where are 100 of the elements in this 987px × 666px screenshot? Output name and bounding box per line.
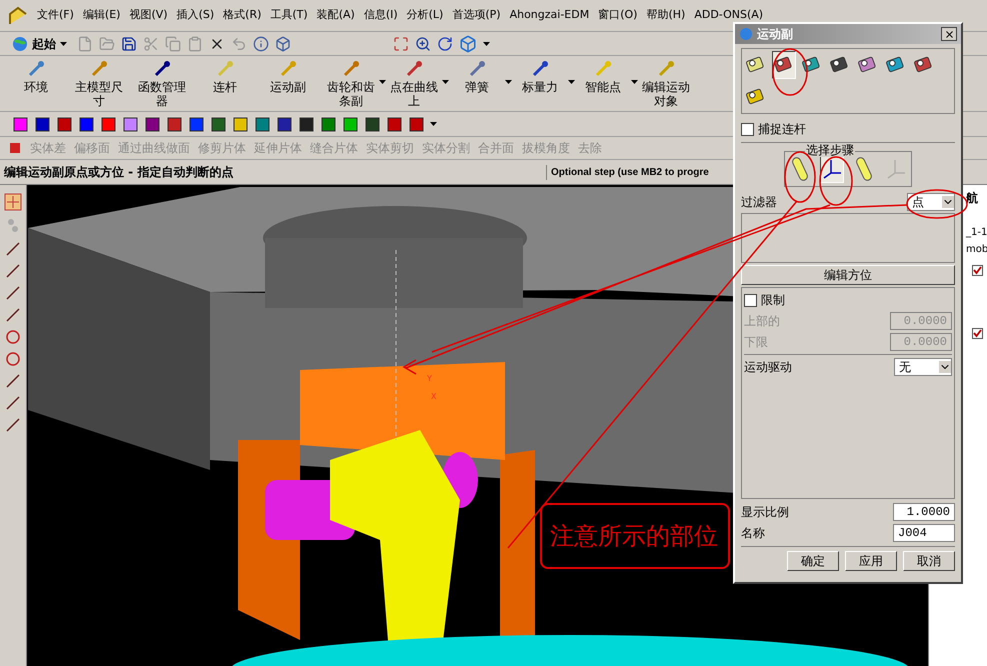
circle-tool-icon[interactable] xyxy=(5,351,21,367)
menu-item[interactable]: Ahongzai-EDM xyxy=(510,7,590,24)
status-line: Optional step (use MB2 to progre xyxy=(546,164,709,180)
toolbar-button[interactable]: 连杆 xyxy=(197,60,253,94)
shape-tool-icon[interactable] xyxy=(78,116,95,132)
shape-tool-icon[interactable] xyxy=(408,116,425,132)
shape-tool-icon[interactable] xyxy=(232,116,249,132)
menu-item[interactable]: 文件(F) xyxy=(37,7,74,24)
shape-tool-icon[interactable] xyxy=(122,116,139,132)
menu-item[interactable]: 信息(I) xyxy=(364,7,398,24)
shape-tool-icon[interactable] xyxy=(188,116,205,132)
tool-icon xyxy=(594,60,612,78)
shape-tool-icon[interactable] xyxy=(210,116,227,132)
caret-icon xyxy=(430,122,437,126)
menu-item[interactable]: 帮助(H) xyxy=(646,7,686,24)
shape-tool-icon[interactable] xyxy=(298,116,315,132)
annotation-circle xyxy=(772,48,808,96)
line-tool-icon[interactable] xyxy=(5,417,21,433)
tree-checkbox[interactable] xyxy=(972,328,983,339)
menu-item[interactable]: ADD-ONS(A) xyxy=(694,7,764,24)
point-tool-icon[interactable] xyxy=(4,193,22,211)
menu-item[interactable]: 格式(R) xyxy=(223,7,262,24)
caret-icon xyxy=(483,42,490,46)
shape-tool-icon[interactable] xyxy=(144,116,161,132)
circle-tool-icon[interactable] xyxy=(5,329,21,345)
tool-icon xyxy=(27,60,45,78)
shape-tool-icon[interactable] xyxy=(276,116,293,132)
line-tool-icon[interactable] xyxy=(5,307,21,323)
edit-orientation-button[interactable]: 编辑方位 xyxy=(741,265,955,285)
annotation-circle xyxy=(819,156,853,206)
scale-label: 显示比例 xyxy=(741,504,789,521)
toolbar-button[interactable]: 环境 xyxy=(8,60,64,94)
menu-item[interactable]: 首选项(P) xyxy=(452,7,501,24)
toolbar-button[interactable]: 编辑运动对象 xyxy=(638,60,694,108)
line-tool-icon[interactable] xyxy=(5,395,21,411)
axes-icon xyxy=(885,157,907,181)
dialog-title: 运动副 xyxy=(739,25,793,43)
menu-item[interactable]: 装配(A) xyxy=(316,7,355,24)
globe-icon xyxy=(12,36,28,52)
driver-dropdown[interactable]: 无 xyxy=(894,358,952,376)
tool-icon xyxy=(531,60,549,78)
info-icon[interactable] xyxy=(253,36,269,52)
menu-item[interactable]: 窗口(O) xyxy=(598,7,638,24)
shape-tool-icon[interactable] xyxy=(12,116,29,132)
name-label: 名称 xyxy=(741,525,765,542)
shape-tool-icon[interactable] xyxy=(364,116,381,132)
line-tool-icon[interactable] xyxy=(5,263,21,279)
shape-tool-icon[interactable] xyxy=(34,116,51,132)
save-icon[interactable] xyxy=(121,36,137,52)
toolbar-button[interactable]: 智能点 xyxy=(575,60,631,94)
name-input[interactable]: J004 xyxy=(893,524,955,542)
shape-tool-icon[interactable] xyxy=(166,116,183,132)
fit-view-icon[interactable] xyxy=(393,36,409,52)
dialog-button[interactable]: 取消 xyxy=(903,551,955,571)
toolbar-button[interactable]: 弹簧 xyxy=(449,60,505,94)
tool-icon xyxy=(468,60,486,78)
menu-item[interactable]: 工具(T) xyxy=(270,7,308,24)
shape-tool-icon[interactable] xyxy=(320,116,337,132)
dialog-button[interactable]: 应用 xyxy=(845,551,897,571)
rotate-icon[interactable] xyxy=(437,36,453,52)
menu-item[interactable]: 视图(V) xyxy=(129,7,168,24)
shape-tool-icon[interactable] xyxy=(254,116,271,132)
caret-icon xyxy=(568,80,575,84)
toolbar-button[interactable]: 齿轮和齿条副 xyxy=(323,60,379,108)
filter-label: 过滤器 xyxy=(741,194,777,211)
line-tool-icon[interactable] xyxy=(5,285,21,301)
joint-type-button[interactable] xyxy=(772,51,796,79)
snap-link-checkbox[interactable]: 捕捉连杆 xyxy=(741,120,955,138)
toolbar-button[interactable]: 运动副 xyxy=(260,60,316,94)
shape-tool-icon[interactable] xyxy=(386,116,403,132)
start-button[interactable]: 起始 xyxy=(8,34,71,52)
cube-icon[interactable] xyxy=(275,36,291,52)
shape-tool-icon[interactable] xyxy=(56,116,73,132)
annotation-callout: 注意所示的部位 xyxy=(540,503,730,569)
shaded-cube-icon[interactable] xyxy=(459,34,477,52)
toolbar-button[interactable]: 点在曲线上 xyxy=(386,60,442,108)
limits-checkbox[interactable]: 限制 xyxy=(744,291,952,309)
axis-label: Y xyxy=(427,373,432,385)
selection-list[interactable] xyxy=(741,213,955,263)
line-tool-icon[interactable] xyxy=(5,373,21,389)
menu-item[interactable]: 分析(L) xyxy=(406,7,444,24)
driver-label: 运动驱动 xyxy=(744,359,792,376)
tree-checkbox[interactable] xyxy=(972,265,983,276)
caret-icon xyxy=(60,42,67,46)
menu-item[interactable]: 编辑(E) xyxy=(82,7,120,24)
shape-tool-icon[interactable] xyxy=(342,116,359,132)
tree-item[interactable]: _1-1 xyxy=(966,225,987,240)
dialog-button[interactable]: 确定 xyxy=(787,551,839,571)
zoom-icon[interactable] xyxy=(415,36,431,52)
line-tool-icon[interactable] xyxy=(5,241,21,257)
toolbar-button[interactable]: 标量力 xyxy=(512,60,568,94)
close-button[interactable] xyxy=(941,27,957,41)
toolbar-button[interactable]: 函数管理器 xyxy=(134,60,190,108)
scale-input[interactable]: 1.0000 xyxy=(893,503,955,521)
tool-icon xyxy=(153,60,171,78)
filter-dropdown[interactable]: 点 xyxy=(907,193,955,211)
toolbar-button[interactable]: 主模型尺寸 xyxy=(71,60,127,108)
cube-icon[interactable] xyxy=(8,141,22,155)
shape-tool-icon[interactable] xyxy=(100,116,117,132)
menu-item[interactable]: 插入(S) xyxy=(176,7,214,24)
